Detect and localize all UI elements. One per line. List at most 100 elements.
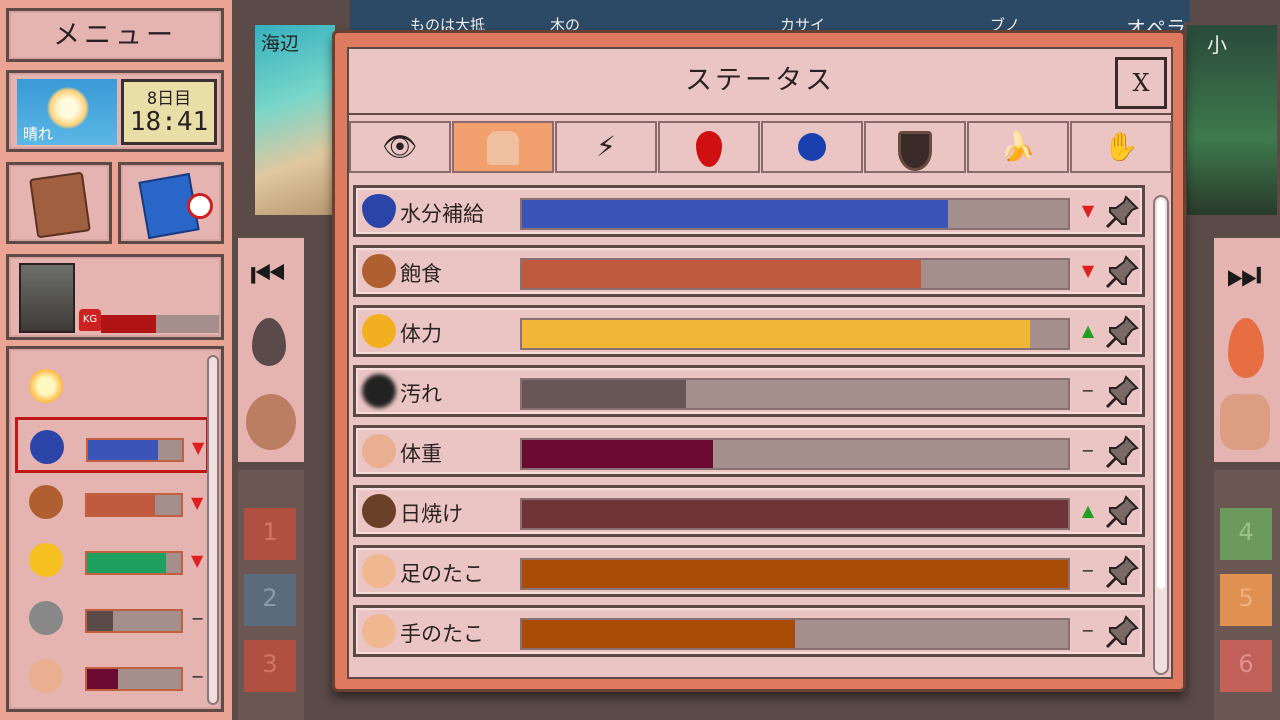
tab-lightning[interactable]: ⚡ (555, 121, 657, 173)
quick-status-fill (88, 440, 158, 460)
sun-icon (29, 369, 63, 403)
quick-status-item[interactable]: − (17, 649, 207, 705)
pin-icon[interactable] (1104, 194, 1140, 230)
alarm-clock-icon (187, 193, 213, 219)
page-tab-1[interactable]: 1 (244, 508, 296, 560)
tab-flags-left: 1 2 3 (238, 470, 304, 720)
player-panel[interactable]: KG (6, 254, 224, 340)
pin-icon[interactable] (1104, 554, 1140, 590)
trend-indicator: − (191, 609, 205, 628)
status-bar (520, 498, 1070, 530)
page-tab-5[interactable]: 5 (1220, 574, 1272, 626)
tab-hand[interactable]: ✋ (1070, 121, 1172, 173)
status-row[interactable]: 手のたこ − (353, 605, 1145, 657)
status-row[interactable]: 足のたこ − (353, 545, 1145, 597)
quick-status-fill (87, 553, 166, 573)
meat-icon (29, 485, 63, 519)
status-bar-fill (522, 440, 714, 468)
quick-status-bar (86, 438, 184, 462)
quick-status-scrollbar[interactable] (207, 355, 219, 705)
pin-icon[interactable] (1104, 374, 1140, 410)
status-bar-fill (522, 560, 1068, 588)
tab-flags-right: 4 5 6 (1214, 470, 1280, 720)
game-clock: 8日目 18:41 (121, 79, 217, 145)
quick-status-bar (85, 551, 183, 575)
status-label: 体重 (400, 442, 442, 466)
sun-icon (47, 87, 89, 129)
status-label: 足のたこ (400, 562, 484, 586)
status-row[interactable]: 水分補給 ▼ (353, 185, 1145, 237)
status-row[interactable]: 汚れ − (353, 365, 1145, 417)
quick-status-item[interactable]: ▼ (17, 475, 207, 531)
body-icon (487, 131, 519, 165)
pin-icon[interactable] (1104, 614, 1140, 650)
trend-indicator: ▼ (1081, 261, 1095, 280)
status-bar (520, 198, 1070, 230)
status-scrollbar[interactable] (1153, 195, 1169, 675)
status-row[interactable]: 日焼け ▲ (353, 485, 1145, 537)
pin-icon[interactable] (1104, 434, 1140, 470)
quick-status-item[interactable]: ▼ (17, 533, 207, 589)
tab-banana[interactable]: 🍌 (967, 121, 1069, 173)
page-tab-2[interactable]: 2 (244, 574, 296, 626)
tab-body[interactable] (452, 121, 554, 173)
page-tab-3[interactable]: 3 (244, 640, 296, 692)
torso-icon (362, 434, 396, 468)
shield-icon (898, 131, 932, 171)
time-display: 18:41 (129, 107, 209, 137)
status-label: 体力 (400, 322, 442, 346)
status-row[interactable]: 体力 ▲ (353, 305, 1145, 357)
tab-blood-drop[interactable] (658, 121, 760, 173)
menu-button[interactable]: メニュー (6, 8, 224, 62)
crafting-button[interactable] (118, 162, 224, 244)
skip-back-icon[interactable]: ⏮ (250, 252, 286, 298)
tab-shield[interactable] (864, 121, 966, 173)
quick-status-item[interactable]: ▼ (15, 417, 209, 473)
day-counter: 8日目 (146, 89, 192, 109)
page-tab-4[interactable]: 4 (1220, 508, 1272, 560)
status-row[interactable]: 飽食 ▼ (353, 245, 1145, 297)
status-label: 手のたこ (400, 622, 484, 646)
hand-icon: ✋ (1103, 130, 1139, 163)
trend-indicator: ▲ (1081, 321, 1095, 340)
status-bar (520, 438, 1070, 470)
status-row[interactable]: 体重 − (353, 425, 1145, 477)
page-tab-6[interactable]: 6 (1220, 640, 1272, 692)
page-title: ステータス (349, 49, 1171, 115)
status-label: 飽食 (400, 262, 442, 286)
pin-icon[interactable] (1104, 254, 1140, 290)
eye-icon: 👁 (382, 130, 418, 163)
status-bar (520, 618, 1070, 650)
journal-icon (29, 171, 91, 239)
quick-status-fill (87, 669, 119, 689)
fire-icon (1228, 318, 1264, 378)
pin-icon[interactable] (1104, 314, 1140, 350)
quick-status-bar (85, 667, 183, 691)
weather-display: 晴れ (17, 79, 117, 145)
quick-status-fill (87, 495, 155, 515)
location-card-right[interactable]: 小 (1184, 22, 1280, 218)
hand-icon (1220, 394, 1270, 450)
quick-status-item[interactable]: − (17, 591, 207, 647)
tab-blue-ball[interactable] (761, 121, 863, 173)
location-card-beach[interactable]: 海辺 (252, 22, 338, 218)
water-drop-icon (30, 430, 64, 464)
skip-forward-icon[interactable]: ⏭ (1226, 252, 1262, 298)
quick-status-item[interactable] (17, 359, 207, 415)
status-bar-fill (522, 500, 1068, 528)
banana-icon: 🍌 (1000, 130, 1036, 163)
water-drop-icon (252, 318, 286, 366)
weather-label: 晴れ (23, 125, 54, 143)
quick-status-bar (85, 493, 183, 517)
close-button[interactable]: X (1115, 57, 1167, 109)
status-window: ステータス X 👁 ⚡ 🍌 ✋ 水分補給 ▼ 飽食 ▼ 体力 ▲ 汚れ − 体重 − 日焼け ▲ 足のたこ − 手… (332, 30, 1186, 692)
lightning-icon: ⚡ (596, 130, 616, 163)
trend-indicator: ▼ (191, 493, 204, 512)
status-bar (520, 318, 1070, 350)
trend-indicator: ▼ (1081, 201, 1095, 220)
journal-button[interactable] (6, 162, 112, 244)
scrollbar-thumb[interactable] (1157, 199, 1165, 589)
tab-eye[interactable]: 👁 (349, 121, 451, 173)
pin-icon[interactable] (1104, 494, 1140, 530)
background-panel-right: ⏭ (1214, 238, 1280, 462)
